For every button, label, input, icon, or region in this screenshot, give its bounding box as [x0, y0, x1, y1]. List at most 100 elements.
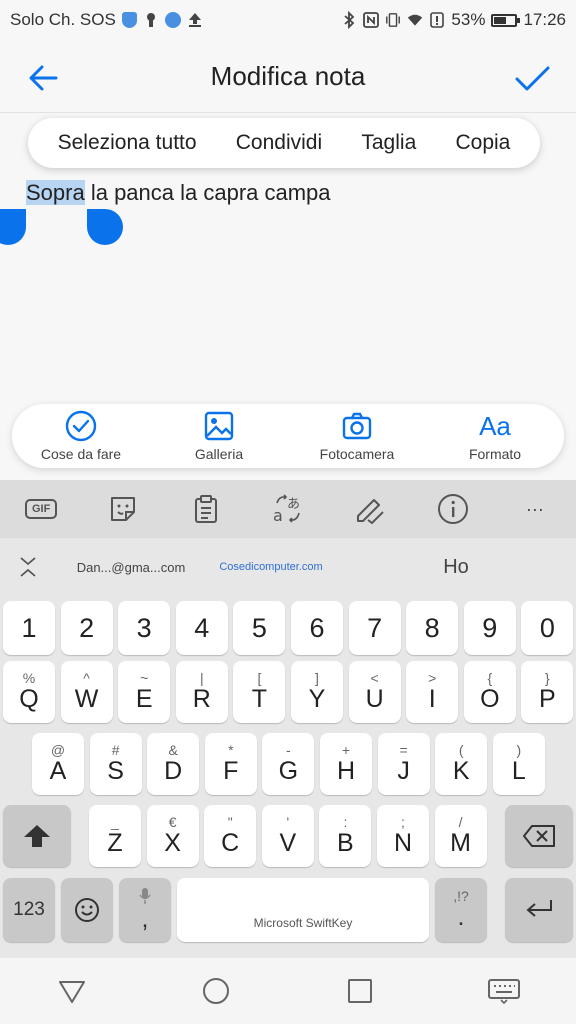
key-symbol: >: [428, 670, 437, 686]
clipboard-button[interactable]: [186, 489, 226, 529]
key-8[interactable]: 8: [406, 601, 459, 655]
comma-key[interactable]: ,: [119, 878, 171, 942]
key-f[interactable]: * F: [204, 733, 257, 795]
clipboard-icon: [194, 495, 217, 523]
key-i[interactable]: > I: [406, 661, 459, 723]
key-9[interactable]: 9: [463, 601, 516, 655]
gif-button[interactable]: GIF: [21, 489, 61, 529]
more-options-button[interactable]: ···: [515, 489, 555, 529]
key-symbol: }: [545, 670, 550, 686]
copy-button[interactable]: Copia: [455, 131, 510, 155]
key-e[interactable]: ~ E: [118, 661, 171, 723]
numbers-toggle-key[interactable]: 123: [3, 878, 55, 942]
key-5[interactable]: 5: [233, 601, 286, 655]
key-label: V: [279, 829, 297, 857]
todo-button[interactable]: Cose da fare: [17, 410, 145, 462]
key-symbol: @: [50, 742, 66, 758]
key-label: 9: [482, 613, 498, 643]
sticker-button[interactable]: [103, 489, 143, 529]
todo-label: Cose da fare: [40, 446, 122, 462]
translator-button[interactable]: aあ: [268, 489, 308, 529]
backspace-key[interactable]: [505, 805, 573, 867]
key-z[interactable]: _ Z: [89, 805, 141, 867]
nav-keyboard-button[interactable]: [480, 967, 528, 1015]
enter-icon: [526, 900, 552, 917]
back-button[interactable]: [24, 58, 64, 98]
info-button[interactable]: [433, 489, 473, 529]
camera-button[interactable]: Fotocamera: [293, 410, 421, 462]
key-v[interactable]: ' V: [261, 805, 314, 867]
key-label: M: [450, 829, 471, 857]
key-s[interactable]: # S: [89, 733, 142, 795]
selection-handle-start[interactable]: [0, 209, 26, 245]
period-key[interactable]: ,!?.: [435, 878, 487, 942]
key-m[interactable]: / M: [434, 805, 487, 867]
key-h[interactable]: + H: [320, 733, 372, 795]
suggestion-3[interactable]: Ho: [336, 556, 576, 579]
format-button[interactable]: Aa Formato: [431, 410, 559, 462]
key-label: W: [74, 685, 99, 713]
key-j[interactable]: = J: [377, 733, 430, 795]
collapse-button[interactable]: [0, 554, 56, 580]
keyhole-icon: [143, 11, 159, 29]
suggestion-2[interactable]: Cosedicomputer.com: [206, 561, 336, 573]
battery-level: [494, 16, 507, 24]
shield-icon: [121, 12, 137, 28]
note-body-text[interactable]: la panca la capra campa: [85, 180, 331, 205]
key-label: 4: [194, 613, 210, 643]
shift-key[interactable]: [3, 805, 71, 867]
suggestion-1[interactable]: Dan...@gma...com: [56, 560, 206, 575]
key-p[interactable]: } P: [521, 661, 574, 723]
key-b[interactable]: :B: [319, 805, 372, 867]
nav-back-button[interactable]: [48, 967, 96, 1015]
svg-text:あ: あ: [287, 497, 300, 512]
key-c[interactable]: " C: [204, 805, 257, 867]
key-k[interactable]: (K: [435, 733, 488, 795]
key-label: 5: [251, 613, 267, 643]
key-g[interactable]: -G: [262, 733, 315, 795]
suggestion-bar: Dan...@gma...com Cosedicomputer.com Ho: [0, 538, 576, 596]
note-editor[interactable]: Sopra la panca la capra campa: [26, 180, 331, 206]
key-2[interactable]: 2: [60, 601, 113, 655]
camera-icon: [342, 412, 372, 440]
key-q[interactable]: % Q: [3, 661, 55, 723]
key-d[interactable]: & D: [147, 733, 200, 795]
key-0[interactable]: 0: [521, 601, 574, 655]
key-w[interactable]: ^ W: [60, 661, 113, 723]
key-symbol: {: [487, 670, 493, 686]
gallery-button[interactable]: Galleria: [155, 410, 283, 462]
key-n[interactable]: ; N: [377, 805, 429, 867]
key-7[interactable]: 7: [348, 601, 401, 655]
space-key[interactable]: Microsoft SwiftKey: [177, 878, 429, 942]
backspace-icon: [523, 825, 555, 847]
key-o[interactable]: {O: [463, 661, 516, 723]
editor-button[interactable]: [350, 489, 390, 529]
key-3[interactable]: 3: [118, 601, 171, 655]
enter-key[interactable]: [505, 878, 573, 942]
key-label: U: [365, 685, 384, 713]
nav-home-button[interactable]: [192, 967, 240, 1015]
share-button[interactable]: Condividi: [236, 131, 322, 155]
key-6[interactable]: 6: [291, 601, 343, 655]
selected-text[interactable]: Sopra: [26, 180, 85, 205]
key-t[interactable]: [T: [233, 661, 286, 723]
cut-button[interactable]: Taglia: [361, 131, 416, 155]
key-a[interactable]: @ A: [32, 733, 84, 795]
key-4[interactable]: 4: [175, 601, 228, 655]
selection-handle-end[interactable]: [87, 209, 123, 245]
key-l[interactable]: ) L: [492, 733, 545, 795]
save-button[interactable]: [512, 58, 552, 98]
keyboard-hide-icon: [488, 979, 520, 1004]
vibrate-icon: [385, 11, 401, 29]
key-1[interactable]: 1: [3, 601, 55, 655]
key-y[interactable]: ] Y: [291, 661, 343, 723]
key-u[interactable]: < U: [348, 661, 401, 723]
status-right: 53% 17:26: [341, 10, 566, 30]
emoji-key[interactable]: [61, 878, 113, 942]
nav-recents-button[interactable]: [336, 967, 384, 1015]
key-label: J: [397, 757, 410, 785]
select-all-button[interactable]: Seleziona tutto: [58, 131, 197, 155]
key-x[interactable]: € X: [146, 805, 199, 867]
shift-icon: [24, 825, 50, 847]
key-r[interactable]: | R: [175, 661, 228, 723]
